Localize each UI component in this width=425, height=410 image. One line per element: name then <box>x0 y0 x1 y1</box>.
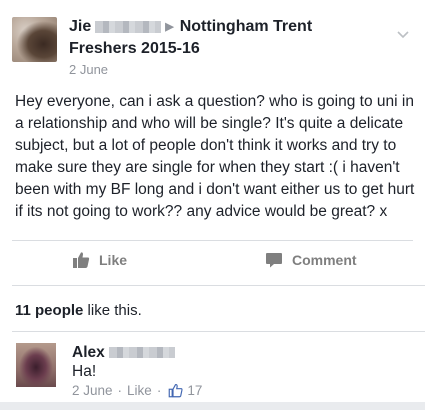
author-avatar[interactable] <box>12 17 57 62</box>
group-name-line2[interactable]: Freshers 2015-16 <box>69 39 200 59</box>
comment-author[interactable]: Alex <box>72 344 179 362</box>
separator-dot: · <box>156 383 162 398</box>
post-card: Jie ▶ Nottingham Trent Freshers 2015-16 2 … <box>0 0 425 402</box>
post-body: Hey everyone, can i ask a question? who … <box>15 93 415 220</box>
author-name[interactable]: Jie <box>69 18 91 35</box>
likes-suffix: like this. <box>87 302 142 319</box>
group-name[interactable]: Nottingham Trent <box>180 18 312 35</box>
comment-text: Ha! <box>72 363 97 380</box>
redacted-surname <box>108 347 175 359</box>
thumbs-up-icon <box>168 384 183 398</box>
like-label: Like <box>99 252 128 268</box>
divider <box>12 331 425 332</box>
likes-summary[interactable]: 11 people like this. <box>15 302 142 319</box>
commenter-name: Alex <box>72 344 105 361</box>
chevron-down-icon[interactable] <box>396 28 410 42</box>
comment-button[interactable]: Comment <box>265 248 357 272</box>
commenter-avatar[interactable] <box>16 343 56 387</box>
post-header: Jie ▶ Nottingham Trent <box>69 17 312 37</box>
post-date[interactable]: 2 June <box>69 62 108 77</box>
redacted-surname <box>95 21 162 33</box>
like-button[interactable]: Like <box>72 248 127 272</box>
comment-label: Comment <box>292 252 357 268</box>
right-triangle-icon: ▶ <box>165 21 174 33</box>
separator-dot: · <box>117 383 123 398</box>
divider <box>12 240 413 241</box>
speech-bubble-icon <box>266 253 282 268</box>
comment-like-button[interactable]: Like <box>127 383 152 398</box>
divider <box>12 285 425 286</box>
comment-date[interactable]: 2 June <box>72 383 113 398</box>
comment-like-count[interactable]: 17 <box>187 383 202 398</box>
comment-meta: 2 June · Like · 17 <box>72 383 202 398</box>
thumbs-up-icon <box>73 252 90 268</box>
likes-count: 11 people <box>15 302 84 319</box>
